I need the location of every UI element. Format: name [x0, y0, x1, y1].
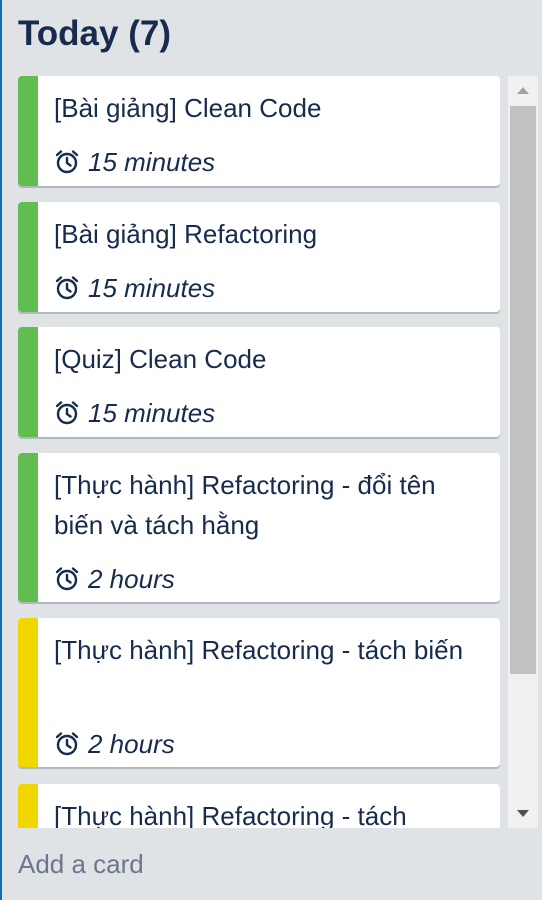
label-stripe-yellow [18, 784, 38, 828]
scrollbar-thumb[interactable] [510, 106, 536, 674]
card-item[interactable]: [Bài giảng] Clean Code 15 minutes [18, 76, 500, 186]
card-due-badge: 15 minutes [54, 397, 215, 429]
alarm-clock-icon [55, 732, 79, 756]
label-stripe-green [18, 202, 38, 312]
alarm-clock-icon [55, 567, 79, 591]
card-duration: 15 minutes [88, 273, 216, 303]
card-title: [Bài giảng] Refactoring [54, 219, 318, 249]
card-due-badge: 15 minutes [54, 272, 215, 304]
card-title: [Quiz] Clean Code [54, 344, 267, 374]
card-item[interactable]: [Bài giảng] Refactoring 15 minutes [18, 202, 500, 312]
card-item[interactable]: [Thực hành] Refactoring - tách [18, 784, 500, 828]
card-duration: 15 minutes [88, 147, 216, 177]
card-duration: 2 hours [88, 729, 175, 759]
card-title: [Thực hành] Refactoring - tách [54, 801, 407, 828]
card-item[interactable]: [Thực hành] Refactoring - tách biến 2 ho… [18, 618, 500, 767]
label-stripe-green [18, 76, 38, 186]
alarm-clock-icon [55, 276, 79, 300]
vertical-scrollbar[interactable] [508, 76, 538, 828]
card-title: [Thực hành] Refactoring - đổi tên biến v… [54, 470, 436, 540]
card-title: [Bài giảng] Clean Code [54, 93, 322, 123]
card-due-badge: 15 minutes [54, 146, 215, 178]
card-item[interactable]: [Quiz] Clean Code 15 minutes [18, 327, 500, 437]
label-stripe-green [18, 453, 38, 602]
add-card-button[interactable]: Add a card [18, 846, 144, 882]
card-duration: 2 hours [88, 564, 175, 594]
card-due-badge: 2 hours [54, 563, 175, 595]
alarm-clock-icon [55, 401, 79, 425]
list-title[interactable]: Today (7) [18, 14, 171, 54]
card-due-badge: 2 hours [54, 728, 175, 760]
alarm-clock-icon [55, 150, 79, 174]
cards-container: [Bài giảng] Clean Code 15 minutes [Bài g… [18, 76, 500, 828]
card-title: [Thực hành] Refactoring - tách biến [54, 635, 464, 665]
scroll-down-arrow-icon[interactable] [508, 800, 538, 828]
label-stripe-green [18, 327, 38, 437]
scroll-up-arrow-icon[interactable] [508, 76, 538, 104]
card-duration: 15 minutes [88, 398, 216, 428]
list-left-border [0, 0, 2, 900]
card-item[interactable]: [Thực hành] Refactoring - đổi tên biến v… [18, 453, 500, 602]
label-stripe-yellow [18, 618, 38, 767]
